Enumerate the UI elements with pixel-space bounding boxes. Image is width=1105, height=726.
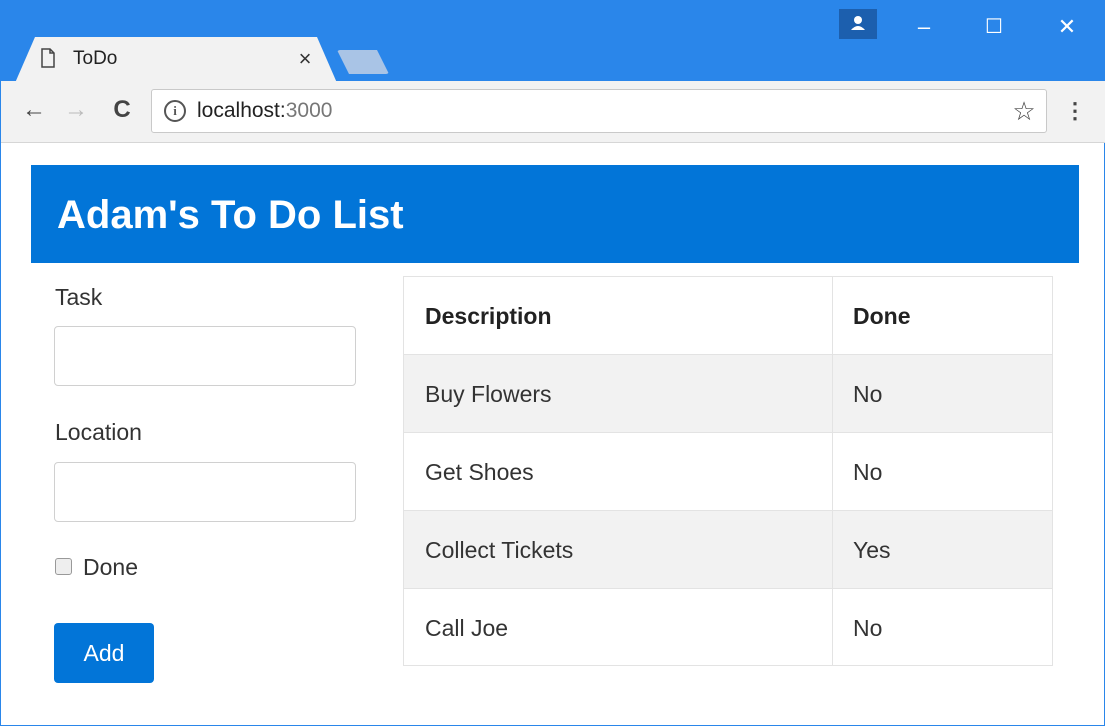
table-header-row: Description Done: [404, 277, 1052, 355]
reload-icon[interactable]: C: [107, 95, 137, 125]
back-icon[interactable]: ←: [19, 95, 49, 125]
row-description: Buy Flowers: [425, 381, 552, 407]
task-input[interactable]: [54, 326, 356, 386]
location-label: Location: [55, 419, 142, 445]
tab-todo[interactable]: [15, 37, 337, 83]
table-row: Collect Tickets Yes: [404, 511, 1052, 589]
browser-window: ToDo × – ☐ ✕ ← → C i localhost:3000 ☆ ⋮ …: [0, 0, 1105, 726]
url-text[interactable]: localhost:3000: [197, 99, 332, 123]
person-icon: [851, 16, 865, 30]
row-description: Collect Tickets: [425, 537, 574, 563]
location-input[interactable]: [54, 462, 356, 522]
row-done: No: [853, 381, 883, 407]
info-icon[interactable]: i: [164, 100, 186, 122]
add-button[interactable]: Add: [54, 623, 154, 683]
menu-icon[interactable]: ⋮: [1063, 97, 1087, 125]
row-done: Yes: [853, 537, 891, 563]
header-done: Done: [853, 303, 911, 329]
page-title: Adam's To Do List: [57, 193, 404, 237]
todo-table: Description Done Buy Flowers No Get Shoe…: [403, 276, 1053, 666]
table-row: Buy Flowers No: [404, 355, 1052, 433]
table-row: Get Shoes No: [404, 433, 1052, 511]
table-row: Call Joe No: [404, 589, 1052, 667]
row-description: Call Joe: [425, 615, 509, 641]
maximize-button[interactable]: ☐: [971, 11, 1017, 43]
done-checkbox[interactable]: [55, 558, 72, 575]
tab-close-icon[interactable]: ×: [294, 47, 316, 71]
close-window-button[interactable]: ✕: [1044, 11, 1090, 43]
minimize-button[interactable]: –: [901, 11, 947, 43]
done-checkbox-label: Done: [83, 554, 138, 580]
profile-button[interactable]: [839, 9, 877, 39]
tab-title: ToDo: [73, 48, 118, 69]
url-port: 3000: [285, 99, 333, 122]
row-description: Get Shoes: [425, 459, 534, 485]
url-host: localhost:: [197, 99, 286, 122]
row-done: No: [853, 459, 883, 485]
forward-icon[interactable]: →: [61, 95, 91, 125]
column-divider: [832, 277, 833, 665]
header-description: Description: [425, 303, 552, 329]
page-icon: [41, 48, 55, 68]
task-label: Task: [55, 284, 103, 310]
bookmark-star-icon[interactable]: ☆: [1009, 97, 1039, 125]
row-done: No: [853, 615, 883, 641]
